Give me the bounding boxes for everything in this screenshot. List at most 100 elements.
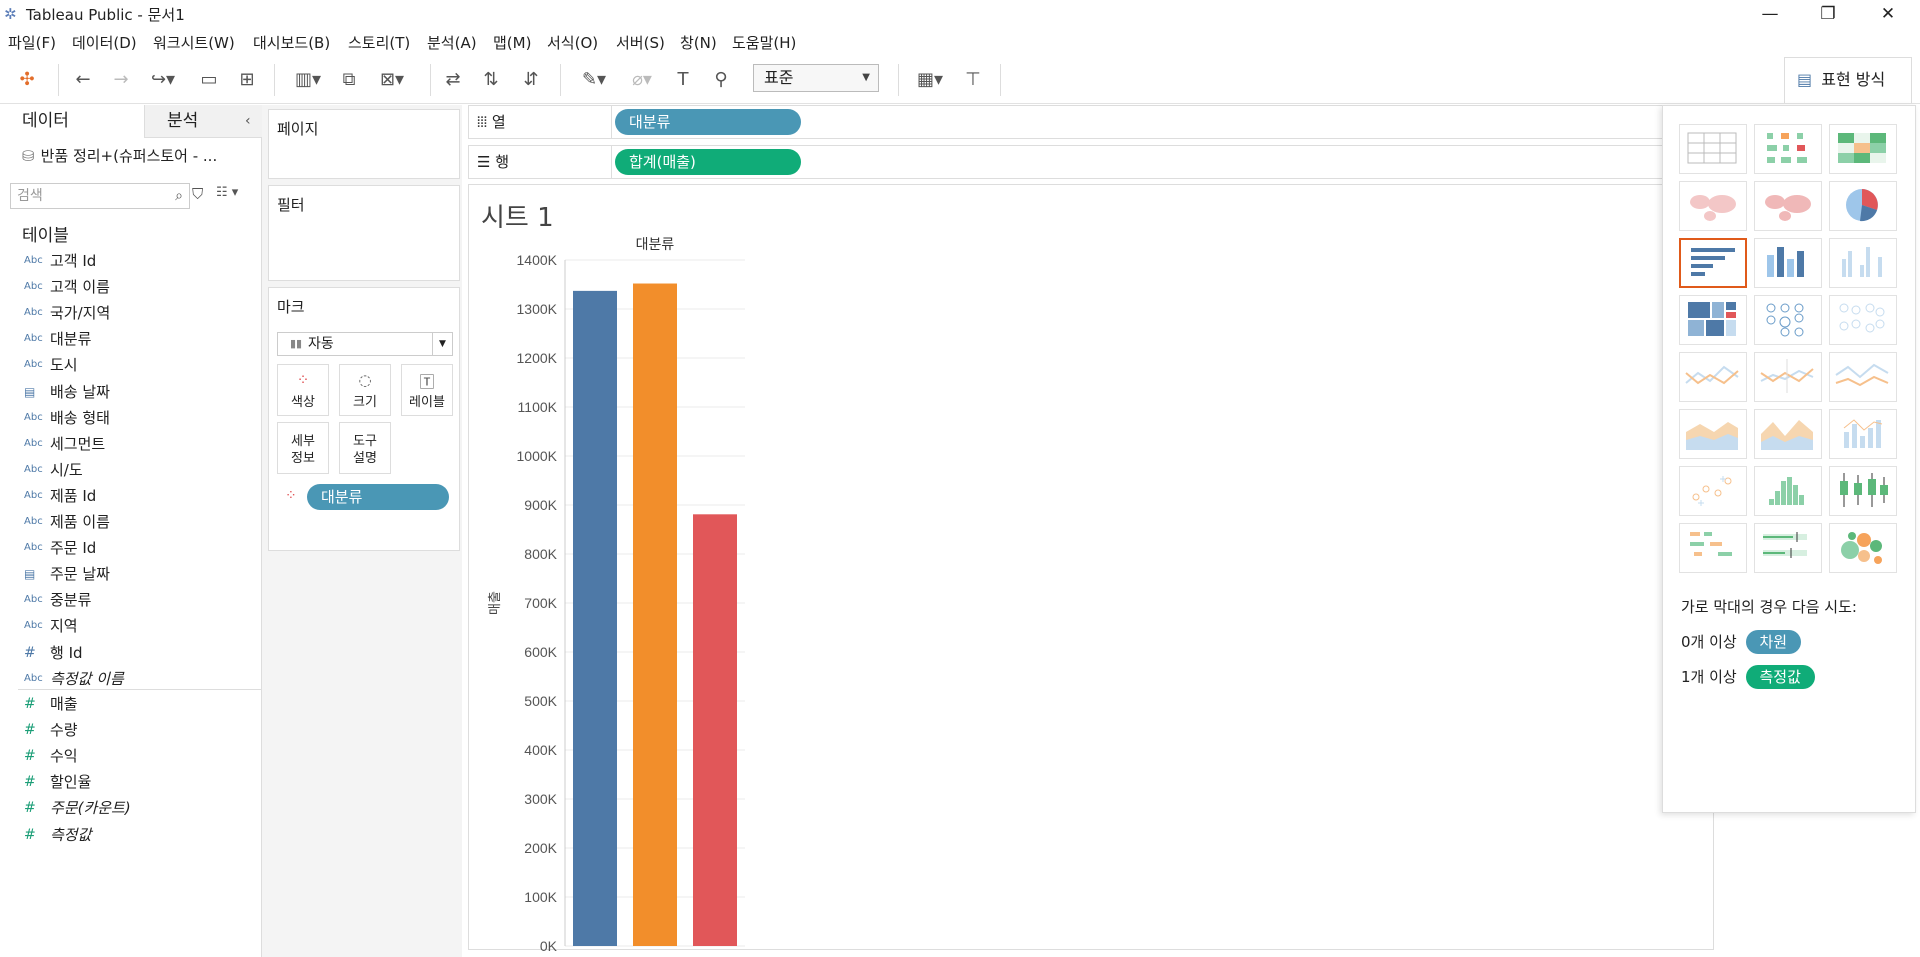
minimize-button[interactable]: — — [1742, 0, 1798, 28]
measure-field[interactable]: # 수량 — [0, 717, 262, 743]
new-datasource-icon[interactable]: ⊞ — [234, 68, 260, 92]
show-me-highlight-table-icon[interactable] — [1829, 124, 1897, 174]
view-options-icon[interactable]: ☷ ▾ — [216, 185, 238, 200]
show-mark-labels-icon[interactable]: T — [670, 68, 696, 92]
menu-worksheet[interactable]: 워크시트(W) — [153, 32, 235, 53]
dimension-field[interactable]: Abc 도시 — [0, 352, 262, 378]
dimension-field[interactable]: # 행 Id — [0, 640, 262, 666]
show-me-lines-discrete-icon[interactable] — [1754, 352, 1822, 402]
filter-icon[interactable]: ⛉ — [192, 185, 203, 203]
dimension-field[interactable]: Abc 고객 이름 — [0, 274, 262, 300]
show-cards-icon[interactable]: ▦▾ — [910, 68, 950, 92]
detail-button[interactable]: 세부 정보 — [277, 422, 329, 474]
dimension-field[interactable]: Abc 중분류 — [0, 587, 262, 613]
menu-story[interactable]: 스토리(T) — [348, 32, 410, 53]
datasource-item[interactable]: ⛁ 반품 정리+(슈퍼스토어 - ... — [22, 145, 217, 166]
dimension-field[interactable]: Abc 제품 이름 — [0, 509, 262, 535]
replay-icon[interactable]: ↪▾ — [146, 68, 180, 92]
search-input[interactable]: 검색 ⌕ — [10, 183, 190, 209]
menu-map[interactable]: 맵(M) — [493, 32, 531, 53]
show-me-horizontal-bars-icon[interactable] — [1679, 238, 1747, 288]
highlight-icon[interactable]: ✎▾ — [574, 68, 614, 92]
menu-server[interactable]: 서버(S) — [616, 32, 665, 53]
dimension-field[interactable]: ▤ 주문 날짜 — [0, 561, 262, 587]
dimension-field[interactable]: Abc 국가/지역 — [0, 300, 262, 326]
clear-sheet-icon[interactable]: ⊠▾ — [372, 68, 412, 92]
dimension-field[interactable]: Abc 주문 Id — [0, 535, 262, 561]
maximize-button[interactable]: ❐ — [1800, 0, 1856, 28]
dimension-field[interactable]: Abc 고객 Id — [0, 248, 262, 274]
show-me-histogram-icon[interactable] — [1754, 466, 1822, 516]
columns-shelf[interactable]: ⦙⦙⦙ 열 대분류 — [468, 105, 1698, 139]
menu-format[interactable]: 서식(O) — [547, 32, 598, 53]
measure-field[interactable]: # 측정값 — [0, 822, 262, 848]
show-me-bullet-graph-icon[interactable] — [1754, 523, 1822, 573]
dimension-field[interactable]: Abc 제품 Id — [0, 483, 262, 509]
measure-field[interactable]: # 할인율 — [0, 769, 262, 795]
fix-axes-icon[interactable]: ⚲ — [708, 68, 734, 92]
color-button[interactable]: ⁘ 색상 — [277, 364, 329, 416]
show-me-box-and-whisker-icon[interactable] — [1829, 466, 1897, 516]
show-me-pie-chart-icon[interactable] — [1829, 181, 1897, 231]
tooltip-button[interactable]: 도구 설명 — [339, 422, 391, 474]
close-button[interactable]: ✕ — [1860, 0, 1916, 28]
menu-dashboard[interactable]: 대시보드(B) — [253, 32, 330, 53]
rows-pill[interactable]: 합계(매출) — [615, 149, 801, 175]
rows-shelf[interactable]: ☰ 행 합계(매출) — [468, 145, 1698, 179]
new-worksheet-icon[interactable]: ▥▾ — [288, 68, 328, 92]
tableau-home-icon[interactable]: ✣ — [14, 68, 40, 92]
show-me-gantt-chart-icon[interactable] — [1679, 523, 1747, 573]
show-me-filled-map-icon[interactable] — [1754, 181, 1822, 231]
show-me-area-discrete-icon[interactable] — [1754, 409, 1822, 459]
show-me-side-by-side-bars-icon[interactable] — [1829, 238, 1897, 288]
color-pill[interactable]: 대분류 — [307, 484, 449, 510]
show-me-stacked-bars-icon[interactable] — [1754, 238, 1822, 288]
presentation-mode-icon[interactable]: ⊤ — [960, 68, 986, 92]
show-me-text-table-icon[interactable] — [1679, 124, 1747, 174]
filters-card[interactable]: 필터 — [268, 185, 460, 281]
sort-descending-icon[interactable]: ⇵ — [518, 68, 544, 92]
show-me-circle-views-icon[interactable] — [1754, 295, 1822, 345]
dimension-field[interactable]: Abc 측정값 이름 — [0, 666, 262, 692]
show-me-lines-continuous-icon[interactable] — [1679, 352, 1747, 402]
collapse-pane-icon[interactable]: ‹ — [245, 113, 251, 129]
menu-window[interactable]: 창(N) — [680, 32, 717, 53]
menu-analysis[interactable]: 분석(A) — [427, 32, 477, 53]
dimension-field[interactable]: Abc 배송 형태 — [0, 405, 262, 431]
show-me-heat-map-icon[interactable] — [1754, 124, 1822, 174]
swap-rows-columns-icon[interactable]: ⇄ — [440, 68, 466, 92]
pages-card[interactable]: 페이지 — [268, 109, 460, 179]
menu-data[interactable]: 데이터(D) — [72, 32, 137, 53]
group-icon[interactable]: ⌀▾ — [622, 68, 662, 92]
show-me-treemap-icon[interactable] — [1679, 295, 1747, 345]
duplicate-sheet-icon[interactable]: ⧉ — [336, 68, 362, 92]
label-button[interactable]: 🅃 레이블 — [401, 364, 453, 416]
show-me-dual-combination-icon[interactable] — [1829, 409, 1897, 459]
measure-field[interactable]: # 매출 — [0, 691, 262, 717]
menu-file[interactable]: 파일(F) — [8, 32, 56, 53]
columns-pill[interactable]: 대분류 — [615, 109, 801, 135]
measure-field[interactable]: # 주문(카운트) — [0, 795, 262, 821]
save-icon[interactable]: ▭ — [196, 68, 222, 92]
menu-help[interactable]: 도움말(H) — [732, 32, 796, 53]
show-me-dual-lines-icon[interactable] — [1829, 352, 1897, 402]
dimension-field[interactable]: Abc 지역 — [0, 613, 262, 639]
dimension-field[interactable]: Abc 세그먼트 — [0, 431, 262, 457]
show-me-packed-bubbles-icon[interactable] — [1829, 523, 1897, 573]
show-me-tab[interactable]: ▤ 표현 방식 — [1784, 57, 1912, 103]
show-me-symbol-map-icon[interactable] — [1679, 181, 1747, 231]
sort-ascending-icon[interactable]: ⇅ — [478, 68, 504, 92]
dimension-field[interactable]: ▤ 배송 날짜 — [0, 379, 262, 405]
show-me-side-by-side-circles-icon[interactable] — [1829, 295, 1897, 345]
redo-icon[interactable]: → — [108, 68, 134, 92]
dimension-field[interactable]: Abc 시/도 — [0, 457, 262, 483]
mark-type-select[interactable]: ▮▮ 자동 ▼ — [277, 332, 453, 356]
show-me-area-continuous-icon[interactable] — [1679, 409, 1747, 459]
measure-field[interactable]: # 수익 — [0, 743, 262, 769]
tab-data[interactable]: 데이터 — [0, 105, 144, 138]
fit-select[interactable]: 표준 ▼ — [753, 64, 879, 92]
dimension-field[interactable]: Abc 대분류 — [0, 326, 262, 352]
show-me-scatter-plot-icon[interactable] — [1679, 466, 1747, 516]
size-button[interactable]: ◌ 크기 — [339, 364, 391, 416]
undo-icon[interactable]: ← — [70, 68, 96, 92]
